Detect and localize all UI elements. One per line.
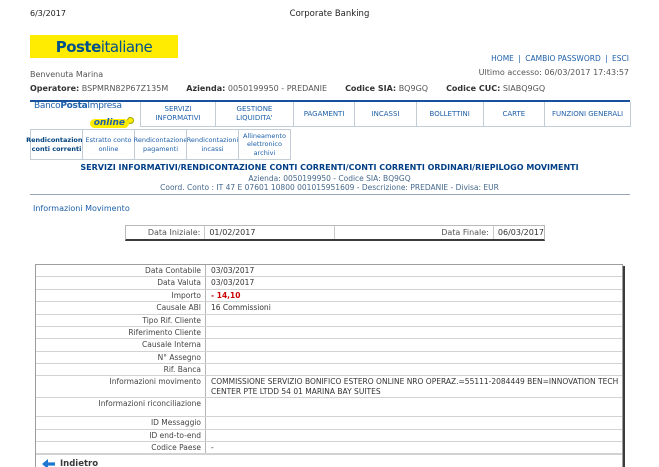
- table-row: Informazioni riconciliazione: [36, 398, 622, 417]
- table-row: Data Valuta03/03/2017: [36, 277, 622, 289]
- movement-detail-table: Data Contabile03/03/2017 Data Valuta03/0…: [35, 264, 623, 467]
- horizontal-divider: [30, 194, 630, 195]
- breadcrumb: SERVIZI INFORMATIVI/RENDICONTAZIONE CONT…: [0, 163, 659, 172]
- main-nav: BancoPostaImpresa online SERVIZI INFORMA…: [30, 100, 630, 127]
- azienda-field: Azienda: 0050199950 - PREDANIE: [186, 84, 327, 93]
- link-separator: |: [518, 54, 521, 63]
- exit-link[interactable]: ESCI: [612, 54, 629, 63]
- date-start-value: 01/02/2017: [204, 226, 334, 239]
- last-access: Ultimo accesso: 06/03/2017 17:43:57: [479, 68, 629, 77]
- table-row: Rif. Banca: [36, 364, 622, 376]
- nav-gestione-liquidita[interactable]: GESTIONE LIQUIDITA': [215, 102, 294, 127]
- sub-nav: Rendicontazione conti correnti Estratto …: [30, 129, 290, 160]
- nav-incassi[interactable]: INCASSI: [354, 102, 416, 127]
- subnav-rendicontazione-conti-correnti[interactable]: Rendicontazione conti correnti: [30, 129, 83, 160]
- link-separator: |: [605, 54, 608, 63]
- date-filter-bar: Data Iniziale: 01/02/2017 Data Finale: 0…: [125, 225, 545, 241]
- operator-field: Operatore: BSPMRN82P67Z135M: [30, 84, 168, 93]
- amount-negative: - 14,10: [206, 290, 622, 301]
- section-title: Informazioni Movimento: [33, 204, 130, 213]
- nav-funzioni-generali[interactable]: FUNZIONI GENERALI: [544, 102, 631, 127]
- table-row: Causale Interna: [36, 339, 622, 351]
- poste-italiane-logo: Posteitaliane: [30, 35, 178, 58]
- corporate-banking-page: 6/3/2017 Corporate Banking Posteitaliane…: [0, 0, 659, 467]
- table-row-informazioni-movimento: Informazioni movimentoCOMMISSIONE SERVIZ…: [36, 376, 622, 398]
- logo-text-italiane: italiane: [101, 38, 153, 56]
- back-arrow-icon: [42, 459, 55, 467]
- logo-text-poste: Poste: [56, 38, 101, 56]
- table-row: N° Assegno: [36, 352, 622, 364]
- header-links: HOME | CAMBIO PASSWORD | ESCI: [491, 54, 629, 63]
- date-start-label: Data Iniziale:: [126, 226, 204, 239]
- table-row: Riferimento Cliente: [36, 327, 622, 339]
- table-row: Tipo Rif. Cliente: [36, 315, 622, 327]
- codice-sia-field: Codice SIA: BQ9GQ: [345, 84, 428, 93]
- change-password-link[interactable]: CAMBIO PASSWORD: [525, 54, 600, 63]
- table-row-importo: Importo- 14,10: [36, 290, 622, 302]
- nav-pagamenti[interactable]: PAGAMENTI: [293, 102, 355, 127]
- table-row: ID Messaggio: [36, 417, 622, 429]
- subnav-estratto-conto-online[interactable]: Estratto conto online: [82, 129, 135, 160]
- bancoposta-impresa-logo: BancoPostaImpresa online: [30, 102, 140, 127]
- subnav-allineamento-elettronico-archivi[interactable]: Allineamento elettronico archivi: [238, 129, 291, 160]
- subnav-rendicontazione-pagamenti[interactable]: Rendicontazione pagamenti: [134, 129, 187, 160]
- account-info-line2: Coord. Conto : IT 47 E 07601 10800 00101…: [0, 183, 659, 192]
- table-row: Data Contabile03/03/2017: [36, 265, 622, 277]
- date-end-value: 06/03/2017: [493, 226, 544, 239]
- table-row: ID end-to-end: [36, 430, 622, 442]
- welcome-message: Benvenuta Marina: [30, 70, 103, 79]
- app-title: Corporate Banking: [0, 9, 659, 19]
- table-row: Codice Paese-: [36, 442, 622, 454]
- account-info-line1: Azienda: 0050199950 - Codice SIA: BQ9GQ: [0, 174, 659, 183]
- nav-carte[interactable]: CARTE: [483, 102, 545, 127]
- codice-cuc-field: Codice CUC: SIABQ9GQ: [446, 84, 545, 93]
- table-row: Causale ABI16 Commissioni: [36, 302, 622, 314]
- nav-servizi-informativi[interactable]: SERVIZI INFORMATIVI: [140, 102, 216, 127]
- nav-bollettini[interactable]: BOLLETTINI: [416, 102, 484, 127]
- date-end-label: Data Finale:: [334, 226, 492, 239]
- back-label: Indietro: [60, 459, 98, 467]
- operator-info-bar: Operatore: BSPMRN82P67Z135M Azienda: 005…: [30, 84, 563, 93]
- home-link[interactable]: HOME: [491, 54, 514, 63]
- subnav-rendicontazioni-incassi[interactable]: Rendicontazioni incassi: [186, 129, 239, 160]
- online-badge: online: [90, 119, 129, 128]
- back-button[interactable]: Indietro: [36, 454, 622, 467]
